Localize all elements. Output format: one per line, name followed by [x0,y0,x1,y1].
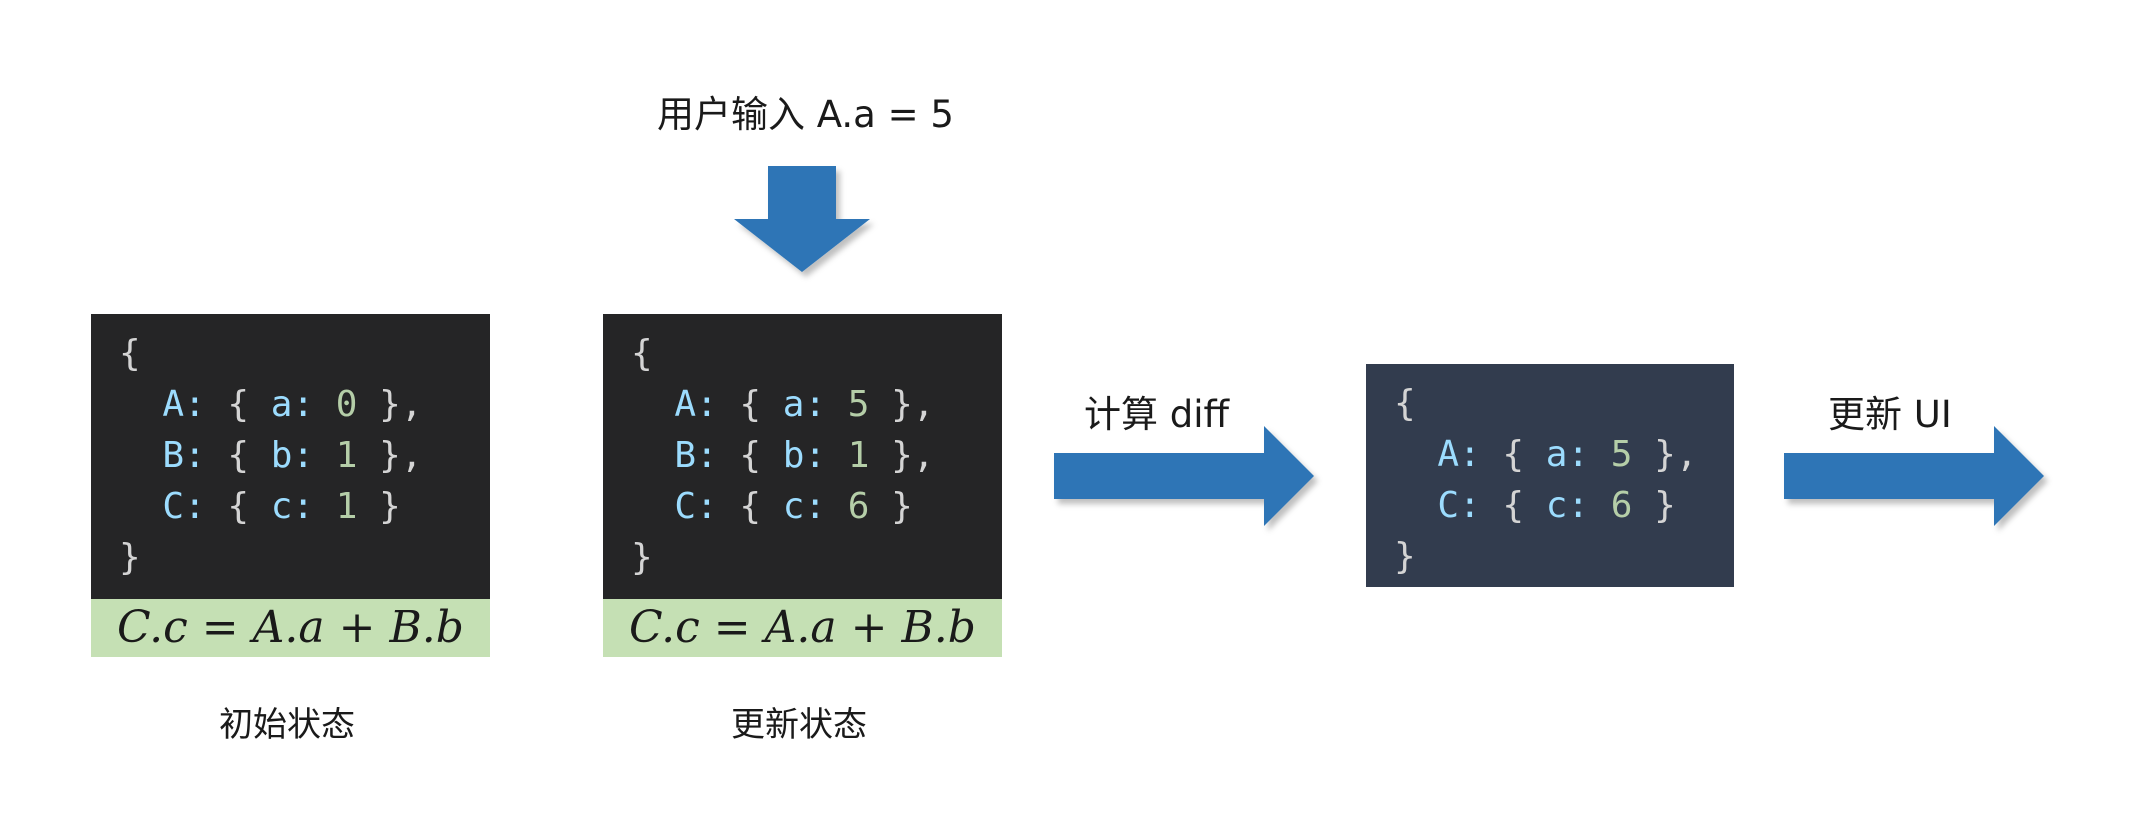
code-brace: } [119,537,141,578]
code-field: a: [270,384,315,425]
initial-state-caption: 初始状态 [219,705,355,745]
code-brace: } [869,486,913,527]
code-line: { [119,328,462,379]
code-value: 5 [1610,434,1633,475]
initial-state-code: { A: { a: 0 }, B: { b: 1 }, C: { c: 1 }} [91,314,490,599]
code-line: { [1394,378,1706,429]
code-line: C: { c: 1 } [119,481,462,532]
updated-state-caption: 更新状态 [731,705,867,745]
code-brace: { [205,384,271,425]
code-key: A: [162,384,206,425]
code-field: c: [270,486,315,527]
right-arrow-icon [1784,426,2044,526]
code-brace: }, [869,384,935,425]
code-brace: } [1394,536,1416,577]
code-brace: { [631,333,653,374]
code-field: b: [782,435,827,476]
code-brace: } [357,486,401,527]
code-field: c: [1545,485,1590,526]
code-key: A: [674,384,718,425]
code-brace: }, [869,435,935,476]
code-value: 1 [335,435,358,476]
code-field: b: [270,435,315,476]
code-brace: { [205,486,271,527]
initial-state-formula: C.c = A.a + B.b [91,599,490,657]
code-line: } [631,532,974,583]
code-brace: }, [357,435,423,476]
diff-result-code: { A: { a: 5 }, C: { c: 6 }} [1366,364,1734,587]
code-value: 1 [335,486,358,527]
down-arrow-icon [734,166,870,272]
code-line: A: { a: 5 }, [631,379,974,430]
code-brace: } [1632,485,1676,526]
code-value: 6 [1610,485,1633,526]
code-brace: { [119,333,141,374]
code-line: } [1394,531,1706,582]
code-brace: { [205,435,271,476]
code-key: C: [1437,485,1481,526]
updated-state-formula: C.c = A.a + B.b [603,599,1002,657]
code-line: B: { b: 1 }, [631,430,974,481]
code-brace: { [1480,485,1546,526]
code-brace: { [717,435,783,476]
code-line: A: { a: 5 }, [1394,429,1706,480]
code-field: a: [782,384,827,425]
code-brace: }, [1632,434,1698,475]
code-value: 5 [847,384,870,425]
code-brace: { [717,384,783,425]
code-brace: } [631,537,653,578]
code-field: c: [782,486,827,527]
code-line: C: { c: 6 } [631,481,974,532]
updated-state-code: { A: { a: 5 }, B: { b: 1 }, C: { c: 6 }} [603,314,1002,599]
code-brace: { [1394,383,1416,424]
code-line: C: { c: 6 } [1394,480,1706,531]
code-value: 0 [335,384,358,425]
code-line: { [631,328,974,379]
code-value: 1 [847,435,870,476]
right-arrow-icon [1054,426,1314,526]
code-key: B: [162,435,206,476]
code-line: } [119,532,462,583]
user-input-label: 用户输入 A.a = 5 [657,93,954,136]
code-brace: { [1480,434,1546,475]
code-field: a: [1545,434,1590,475]
code-key: C: [674,486,718,527]
code-key: A: [1437,434,1481,475]
code-value: 6 [847,486,870,527]
code-line: A: { a: 0 }, [119,379,462,430]
code-brace: }, [357,384,423,425]
code-line: B: { b: 1 }, [119,430,462,481]
code-brace: { [717,486,783,527]
code-key: C: [162,486,206,527]
code-key: B: [674,435,718,476]
